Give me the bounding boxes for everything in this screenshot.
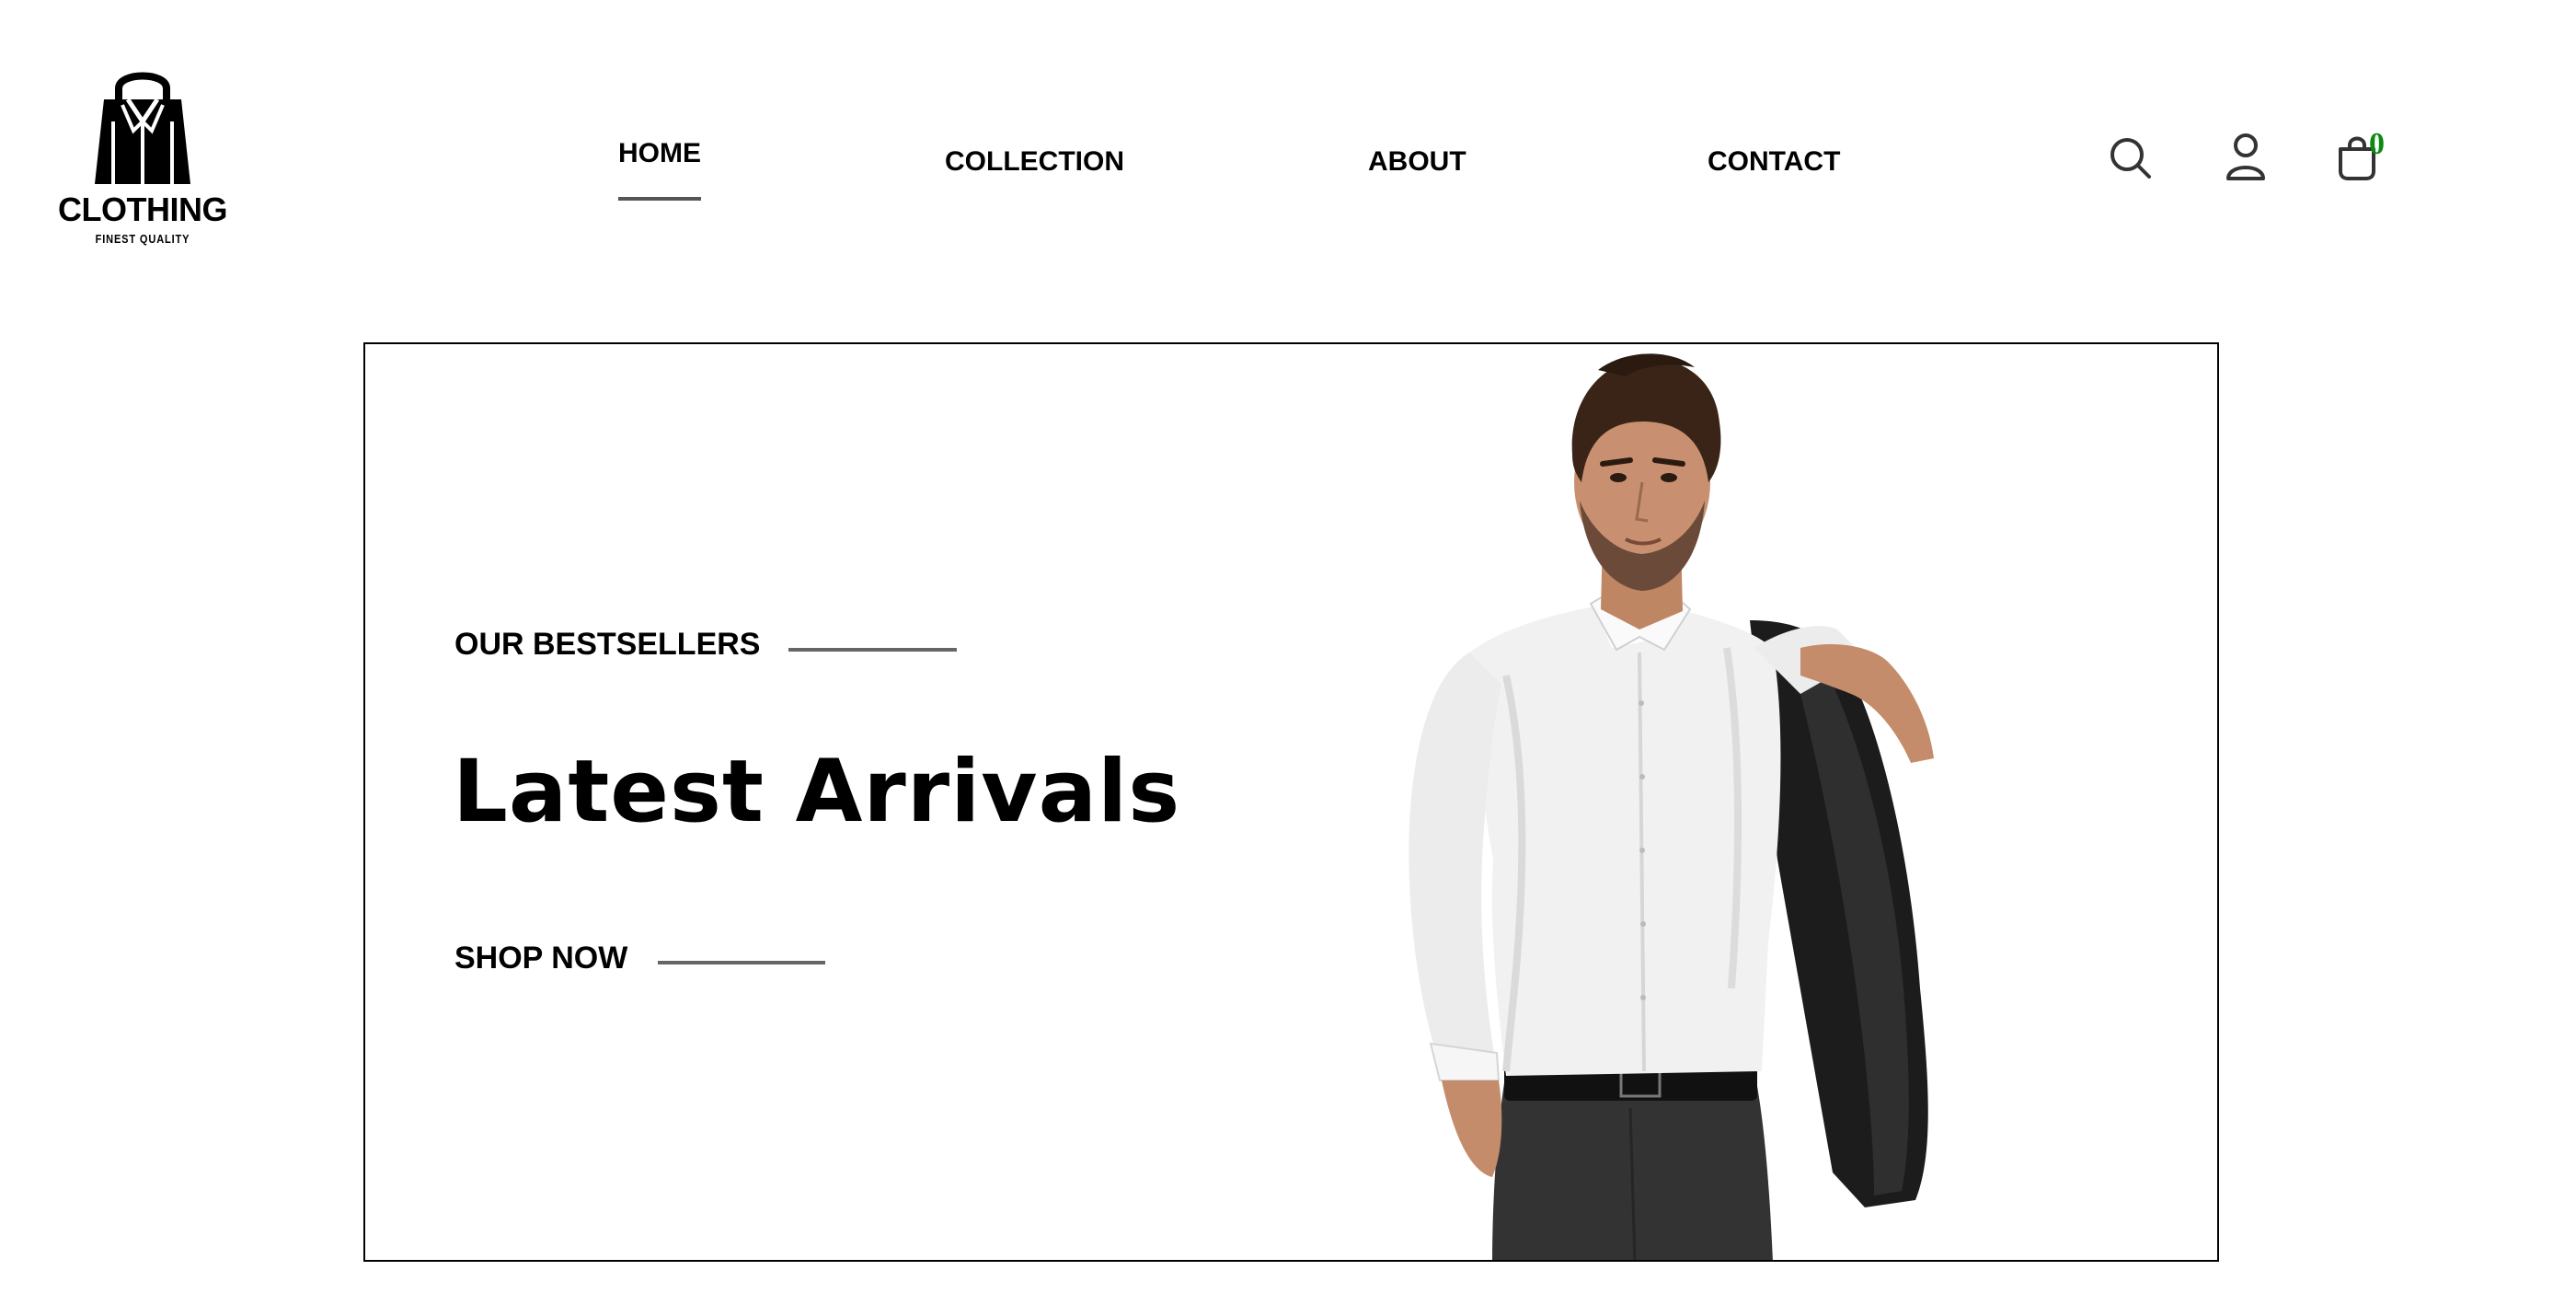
eyebrow-divider: [788, 648, 957, 652]
brand-tagline: FINEST QUALITY: [95, 232, 190, 246]
nav-item-collection[interactable]: COLLECTION: [945, 148, 1124, 176]
shopping-bag-shirt-logo-icon: [95, 72, 190, 184]
search-icon: [2110, 138, 2151, 179]
shop-now-divider: [658, 961, 825, 964]
nav-item-label: HOME: [618, 138, 701, 168]
hero-eyebrow: OUR BESTSELLERS: [454, 627, 761, 662]
nav-item-home[interactable]: HOME: [618, 138, 701, 201]
cart-count-badge: 0: [2369, 127, 2385, 161]
brand-name: CLOTHING: [58, 191, 227, 228]
nav-item-about[interactable]: ABOUT: [1368, 148, 1466, 176]
hero-model-image: [1409, 353, 1934, 1260]
hero-banner: OUR BESTSELLERS Latest Arrivals SHOP NOW: [363, 342, 2219, 1262]
active-nav-underline: [618, 197, 701, 201]
hero-headline: Latest Arrivals: [453, 742, 1181, 842]
search-button[interactable]: [2109, 136, 2153, 185]
nav-item-contact[interactable]: CONTACT: [1708, 148, 1840, 176]
brand-logo[interactable]: CLOTHING FINEST QUALITY: [51, 66, 235, 250]
user-icon: [2226, 133, 2265, 180]
account-button[interactable]: [2225, 133, 2267, 187]
shop-now-link[interactable]: SHOP NOW: [454, 942, 627, 974]
